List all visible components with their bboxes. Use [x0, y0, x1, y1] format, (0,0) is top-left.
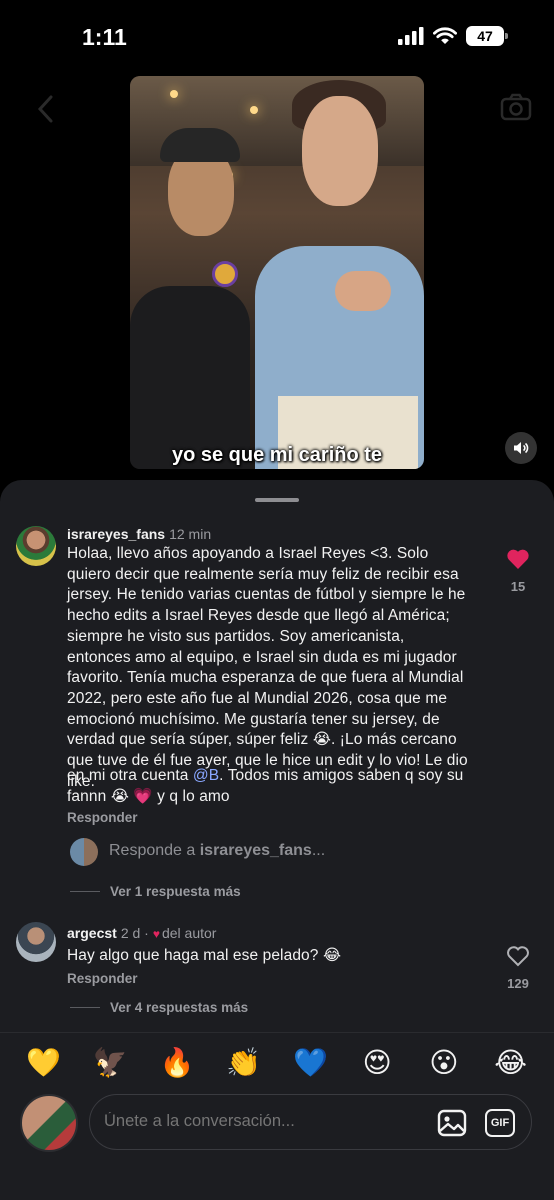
emoji-bar: 💛 🦅 🔥 👏 💙 😍 😮 😂 — [0, 1038, 554, 1086]
mute-button[interactable] — [505, 432, 537, 464]
view-more-replies[interactable]: Ver 4 respuestas más — [70, 1000, 248, 1015]
comment-username[interactable]: argecst — [67, 925, 117, 941]
video-person-right-hand — [335, 271, 391, 311]
emoji-fire[interactable]: 🔥 — [157, 1046, 197, 1079]
sheet-drag-handle[interactable] — [255, 498, 299, 502]
video-person-left — [130, 286, 250, 469]
mention-link[interactable]: @B — [193, 767, 219, 784]
divider — [0, 1032, 554, 1033]
author-badge-label: del autor — [161, 925, 217, 941]
video-person-right-head — [302, 96, 378, 206]
view-more-replies[interactable]: Ver 1 respuesta más — [70, 884, 241, 899]
emoji-clap[interactable]: 👏 — [224, 1046, 264, 1079]
video-light — [170, 90, 178, 98]
camera-icon[interactable] — [500, 92, 532, 122]
reply-prompt-prefix: Responde a — [109, 842, 200, 859]
video-shirt-logo — [212, 261, 238, 287]
status-bar: 1:11 47 — [0, 0, 554, 70]
comment-author-badge: · ♥ del autor — [140, 925, 217, 941]
comment-header: argecst 2 d · ♥ del autor — [67, 925, 216, 941]
back-arrow-icon[interactable] — [36, 94, 56, 124]
like-control: 15 — [498, 548, 538, 594]
crying-emoji: 😭 — [312, 731, 331, 749]
heart-outline-icon[interactable] — [506, 945, 530, 967]
emoji-surprised[interactable]: 😮 — [424, 1046, 464, 1079]
comment-composer: GIF — [89, 1094, 532, 1150]
comment-time: 12 min — [169, 526, 212, 542]
emoji-laughing[interactable]: 😂 — [491, 1046, 531, 1079]
wifi-icon — [433, 27, 457, 44]
like-count: 129 — [507, 976, 529, 991]
emoji-blue-heart[interactable]: 💙 — [290, 1046, 330, 1079]
reply-button[interactable]: Responder — [67, 810, 138, 825]
composer-avatar — [20, 1094, 78, 1152]
reel-video[interactable]: yo se que mi cariño te — [130, 76, 424, 469]
view-more-label: Ver 1 respuesta más — [110, 884, 241, 899]
comment-text-part: en mi otra cuenta — [67, 767, 193, 784]
comment-text: Hay algo que haga mal ese pelado? 😂 — [67, 947, 342, 964]
comment-text-part: y q lo amo — [152, 787, 230, 805]
thread-line — [70, 891, 100, 892]
reply-button[interactable]: Responder — [67, 971, 138, 986]
avatar[interactable] — [16, 922, 56, 962]
status-icons: 47 — [398, 26, 508, 46]
emoji-yellow-heart[interactable]: 💛 — [23, 1046, 63, 1079]
status-time: 1:11 — [82, 24, 127, 50]
comments-sheet: israreyes_fans 12 min Holaa, llevo años a… — [0, 480, 554, 1200]
video-caption: yo se que mi cariño te — [171, 444, 383, 466]
comment-input[interactable] — [104, 1112, 424, 1131]
comment-emojis: 😭 💗 — [110, 787, 153, 805]
thread-line — [70, 1007, 100, 1008]
cellular-signal-icon — [398, 27, 424, 45]
gif-button[interactable]: GIF — [485, 1109, 515, 1137]
comment-text-main: Holaa, llevo años apoyando a Israel Reye… — [67, 545, 466, 749]
reply-prompt-suffix: ... — [311, 842, 326, 859]
view-more-label: Ver 4 respuestas más — [110, 1000, 249, 1015]
emoji-eagle[interactable]: 🦅 — [90, 1046, 130, 1079]
video-person-left-cap — [160, 128, 240, 162]
comment-text: Holaa, llevo años apoyando a Israel Reye… — [67, 544, 472, 792]
comment-header: israreyes_fans 12 min — [67, 526, 211, 542]
comment-time: 2 d — [120, 925, 141, 941]
author-heart-icon: ♥ — [152, 927, 160, 941]
heart-filled-icon[interactable] — [506, 548, 530, 570]
comment-text-second: en mi otra cuenta @B. Todos mis amigos s… — [67, 766, 472, 807]
image-icon[interactable] — [437, 1109, 467, 1137]
reply-prompt-user: israreyes_fans — [199, 842, 312, 859]
video-light — [250, 106, 258, 114]
like-control: 129 — [498, 945, 538, 991]
speaker-icon — [514, 442, 529, 454]
comment-username[interactable]: israreyes_fans — [67, 526, 165, 542]
reply-to-input[interactable]: Responde a israreyes_fans... — [109, 842, 325, 860]
like-count: 15 — [510, 579, 526, 594]
emoji-heart-eyes[interactable]: 😍 — [357, 1046, 397, 1079]
reply-avatar — [70, 838, 98, 866]
battery-icon: 47 — [466, 26, 508, 46]
avatar[interactable] — [16, 526, 56, 566]
